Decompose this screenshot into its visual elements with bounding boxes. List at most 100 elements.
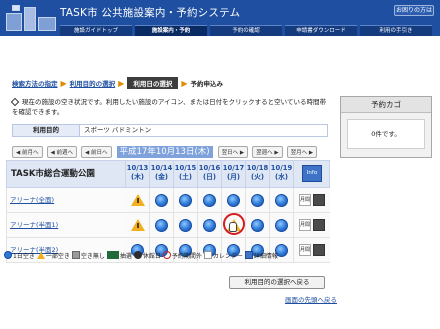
reservation-cart: 予約カゴ 0件です。 (340, 96, 432, 158)
logo (4, 3, 64, 35)
availability-cell[interactable] (150, 213, 174, 237)
table-row: アリーナ(半面1) 月間 (6, 213, 330, 238)
pointer-hand-icon (228, 222, 237, 232)
purpose-value: スポーツ バドミントン (80, 124, 328, 137)
availability-cell[interactable] (126, 213, 150, 237)
tab-facility-guide-top[interactable]: 施設ガイドトップ (60, 25, 132, 36)
tab-application-download[interactable]: 申請書ダウンロード (285, 25, 357, 36)
prev-month-button[interactable]: ◀ 前月へ (12, 146, 43, 158)
availability-cell[interactable] (270, 188, 294, 212)
back-to-top-link[interactable]: 画面の先頭へ戻る (285, 294, 337, 304)
grid-header: TASK市総合運動公園 10/13 (木) 10/14 (金) 10/15 (土) 1… (6, 160, 330, 188)
next-week-button[interactable]: 翌週へ ▶ (252, 146, 283, 158)
monthly-calendar-button[interactable]: 月間 (299, 219, 311, 231)
purpose-row: 利用目的 スポーツ バドミントン (12, 124, 328, 137)
availability-cell[interactable] (198, 213, 222, 237)
partial-triangle-icon (36, 251, 45, 259)
breadcrumb-search-method[interactable]: 検索方法の指定 (12, 78, 58, 88)
diamond-bullet-icon (10, 97, 20, 107)
lottery-icon (106, 251, 119, 259)
availability-cell[interactable] (150, 188, 174, 212)
legend-partial: 一部空き (36, 251, 70, 260)
tab-facility-reservation[interactable]: 施設案内・予約 (135, 25, 207, 36)
detail-info-icon (244, 251, 253, 259)
available-circle-icon[interactable] (179, 218, 192, 232)
date-header[interactable]: 10/19 (水) (270, 160, 294, 188)
availability-cell[interactable] (246, 213, 270, 237)
prev-day-button[interactable]: ◀ 前日へ (81, 146, 112, 158)
facility-link[interactable]: アリーナ(半面1) (6, 213, 126, 237)
back-to-purpose-button[interactable]: 利用目的の選択へ戻る (229, 276, 325, 289)
available-circle-icon[interactable] (203, 193, 216, 207)
legend-outside: 予約期間外 (162, 251, 202, 260)
date-header[interactable]: 10/14 (金) (150, 160, 174, 188)
available-circle-icon[interactable] (275, 193, 288, 207)
date-header[interactable]: 10/16 (日) (198, 160, 222, 188)
row-actions: 月間 (294, 188, 330, 212)
breadcrumb-purpose[interactable]: 利用目的の選択 (70, 78, 116, 88)
availability-cell[interactable] (174, 188, 198, 212)
availability-grid: TASK市総合運動公園 10/13 (木) 10/14 (金) 10/15 (土) 1… (6, 160, 330, 263)
available-circle-icon (4, 251, 12, 259)
date-navigation: ◀ 前月へ ◀ 前週へ ◀ 前日へ 平成17年10月13日(木) 翌日へ ▶ 翌… (12, 146, 328, 158)
tab-reservation-check[interactable]: 予約の確認 (210, 25, 282, 36)
tab-usage-guide[interactable]: 利用の手引き (360, 25, 432, 36)
legend-detail: 詳細情報 (244, 251, 278, 260)
legend-lottery: 抽選 (106, 251, 132, 260)
detail-info-button[interactable] (313, 194, 325, 206)
main-nav: 施設ガイドトップ 施設案内・予約 予約の確認 申請書ダウンロード 利用の手引き (60, 25, 432, 36)
available-circle-icon[interactable] (251, 218, 264, 232)
legend-all-day: 1日空き (4, 251, 35, 260)
prev-week-button[interactable]: ◀ 前週へ (46, 146, 77, 158)
breadcrumb-current-date-selection: 利用日の選択 (127, 77, 179, 89)
legend-calendar: カレンダー (203, 251, 243, 260)
date-header[interactable]: 10/15 (土) (174, 160, 198, 188)
available-circle-icon[interactable] (155, 193, 168, 207)
availability-cell[interactable] (222, 188, 246, 212)
closed-icon (133, 251, 142, 259)
table-row: アリーナ(全面) 月間 (6, 188, 330, 213)
legend-closed: 休館日 (133, 251, 161, 260)
availability-cell[interactable] (198, 188, 222, 212)
detail-info-button[interactable] (313, 219, 325, 231)
availability-cell[interactable] (270, 213, 294, 237)
purpose-label: 利用目的 (12, 124, 80, 137)
partial-availability-icon[interactable] (129, 216, 147, 234)
arrow-right-icon: ▶ (181, 78, 188, 88)
date-header[interactable]: 10/17 (月) (222, 160, 246, 188)
next-month-button[interactable]: 翌月へ ▶ (286, 146, 318, 158)
availability-cell[interactable] (174, 213, 198, 237)
availability-cell[interactable] (222, 213, 246, 237)
breadcrumb-apply: 予約申込み (190, 80, 223, 88)
partial-triangle-icon (130, 219, 145, 231)
available-circle-icon[interactable] (203, 218, 216, 232)
available-circle-icon[interactable] (179, 193, 192, 207)
date-header[interactable]: 10/13 (木) (126, 160, 150, 188)
next-day-button[interactable]: 翌日へ ▶ (217, 146, 249, 158)
arrow-right-icon: ▶ (118, 78, 125, 88)
date-header[interactable]: 10/18 (火) (246, 160, 270, 188)
partial-availability-icon[interactable] (222, 213, 245, 235)
partial-availability-icon[interactable] (129, 191, 147, 209)
info-header: Info (294, 160, 330, 188)
available-circle-icon[interactable] (275, 218, 288, 232)
header: TASK市 公共施設案内・予約システム お困りの方は 施設ガイドトップ 施設案内… (0, 0, 440, 36)
facility-link[interactable]: アリーナ(全面) (6, 188, 126, 212)
help-button[interactable]: お困りの方は (394, 5, 434, 16)
availability-cell[interactable] (126, 188, 150, 212)
info-icon: Info (302, 165, 322, 182)
calendar-icon (203, 251, 212, 259)
availability-cell[interactable] (246, 188, 270, 212)
breadcrumb: 検索方法の指定 ▶ 利用目的の選択 ▶ 利用日の選択 ▶ 予約申込み (12, 77, 223, 89)
instruction-text: 現在の施設の空き状況です。利用したい施設のアイコン、または日付をクリックすると空… (10, 97, 326, 116)
legend-none: 空き無し (71, 251, 105, 260)
unavailable-box-icon (71, 251, 80, 259)
available-circle-icon[interactable] (227, 193, 240, 207)
monthly-calendar-button[interactable]: 月間 (299, 194, 311, 206)
available-circle-icon[interactable] (251, 193, 264, 207)
no-entry-icon (162, 251, 171, 259)
current-date-label: 平成17年10月13日(木) (116, 146, 213, 158)
app-title: TASK市 公共施設案内・予約システム (60, 7, 241, 19)
available-circle-icon[interactable] (155, 218, 168, 232)
legend: 1日空き 一部空き 空き無し 抽選 休館日 予約期間外 カレンダー 詳細情報 (4, 249, 342, 261)
